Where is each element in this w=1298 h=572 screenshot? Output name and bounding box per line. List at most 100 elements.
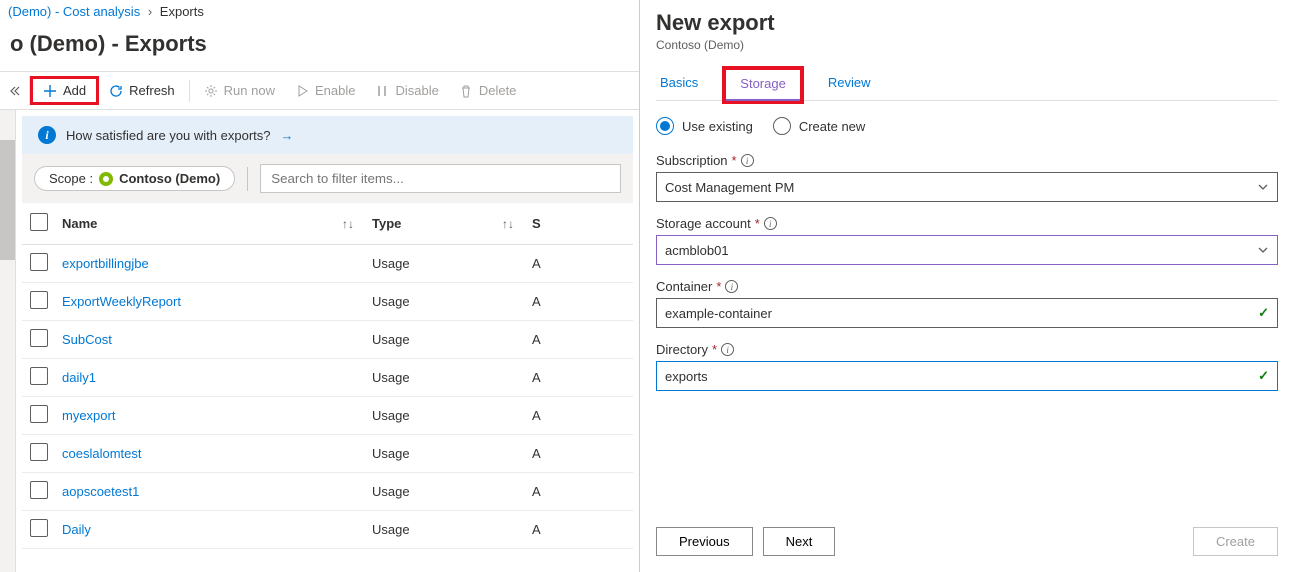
export-name-link[interactable]: myexport (62, 408, 115, 423)
breadcrumb-cost-analysis[interactable]: (Demo) - Cost analysis (8, 4, 140, 19)
info-icon[interactable]: i (725, 280, 738, 293)
refresh-button[interactable]: Refresh (99, 77, 185, 104)
export-name-link[interactable]: ExportWeeklyReport (62, 294, 181, 309)
row-checkbox[interactable] (30, 443, 48, 461)
row-checkbox[interactable] (30, 405, 48, 423)
export-name-link[interactable]: aopscoetest1 (62, 484, 139, 499)
row-checkbox[interactable] (30, 519, 48, 537)
chevron-right-icon: › (148, 4, 152, 19)
directory-value: exports (665, 369, 708, 384)
radio-use-existing[interactable]: Use existing (656, 117, 753, 135)
refresh-icon (109, 84, 123, 98)
new-export-panel: New export Contoso (Demo) Basics Storage… (640, 0, 1298, 572)
trash-icon (459, 84, 473, 98)
subscription-value: Cost Management PM (665, 180, 794, 195)
table-row: SubCostUsageA (22, 321, 633, 359)
scope-selector[interactable]: Scope : Contoso (Demo) (34, 166, 235, 191)
export-type: Usage (372, 446, 410, 461)
col-type-header[interactable]: Type↑↓ (372, 216, 532, 231)
arrow-right-icon: → (280, 128, 293, 143)
add-button[interactable]: Add (33, 79, 96, 102)
col-s-header[interactable]: S (532, 216, 562, 231)
run-now-button[interactable]: Run now (194, 77, 285, 104)
previous-button[interactable]: Previous (656, 527, 753, 556)
row-checkbox[interactable] (30, 291, 48, 309)
storage-account-label: Storage account (656, 216, 751, 231)
delete-label: Delete (479, 83, 517, 98)
feedback-banner[interactable]: i How satisfied are you with exports? → (22, 116, 633, 154)
panel-footer: Previous Next Create (656, 511, 1278, 556)
container-value: example-container (665, 306, 772, 321)
export-status: A (532, 408, 541, 423)
export-status: A (532, 484, 541, 499)
export-name-link[interactable]: coeslalomtest (62, 446, 141, 461)
subscription-select[interactable]: Cost Management PM (656, 172, 1278, 202)
row-checkbox[interactable] (30, 329, 48, 347)
radio-circle-unchecked (773, 117, 791, 135)
page-title: o (Demo) - Exports (0, 23, 639, 71)
banner-text: How satisfied are you with exports? (66, 128, 270, 143)
search-input[interactable] (260, 164, 621, 193)
storage-tab-highlight: Storage (722, 66, 804, 104)
info-icon[interactable]: i (764, 217, 777, 230)
info-icon: i (38, 126, 56, 144)
panel-subtitle: Contoso (Demo) (656, 38, 1278, 52)
plus-icon (43, 84, 57, 98)
table-row: ExportWeeklyReportUsageA (22, 283, 633, 321)
enable-label: Enable (315, 83, 355, 98)
refresh-label: Refresh (129, 83, 175, 98)
export-status: A (532, 256, 541, 271)
export-status: A (532, 522, 541, 537)
required-asterisk: * (732, 153, 737, 168)
chevron-down-icon (1257, 244, 1269, 256)
scrollbar[interactable] (0, 110, 16, 572)
add-highlight: Add (30, 76, 99, 105)
export-type: Usage (372, 294, 410, 309)
radio-circle-checked (656, 117, 674, 135)
radio-existing-label: Use existing (682, 119, 753, 134)
export-type: Usage (372, 332, 410, 347)
play-icon (295, 84, 309, 98)
breadcrumb: (Demo) - Cost analysis › Exports (0, 0, 639, 23)
run-now-label: Run now (224, 83, 275, 98)
export-type: Usage (372, 522, 410, 537)
table-row: coeslalomtestUsageA (22, 435, 633, 473)
enable-button[interactable]: Enable (285, 77, 365, 104)
export-type: Usage (372, 484, 410, 499)
delete-button[interactable]: Delete (449, 77, 527, 104)
info-icon[interactable]: i (721, 343, 734, 356)
export-name-link[interactable]: Daily (62, 522, 91, 537)
row-checkbox[interactable] (30, 367, 48, 385)
next-button[interactable]: Next (763, 527, 836, 556)
directory-input[interactable]: exports ✓ (656, 361, 1278, 391)
col-name-header[interactable]: Name↑↓ (62, 216, 372, 231)
tab-basics[interactable]: Basics (656, 69, 702, 100)
directory-field: Directory * i exports ✓ (656, 342, 1278, 391)
scrollbar-thumb[interactable] (0, 140, 15, 260)
tab-review[interactable]: Review (824, 69, 875, 100)
chevron-double-left-icon (9, 85, 21, 97)
container-field: Container * i example-container ✓ (656, 279, 1278, 328)
row-checkbox[interactable] (30, 253, 48, 271)
directory-label: Directory (656, 342, 708, 357)
export-status: A (532, 370, 541, 385)
row-checkbox[interactable] (30, 481, 48, 499)
collapse-button[interactable] (0, 76, 30, 105)
check-icon: ✓ (1258, 368, 1269, 384)
info-icon[interactable]: i (741, 154, 754, 167)
container-input[interactable]: example-container ✓ (656, 298, 1278, 328)
export-name-link[interactable]: daily1 (62, 370, 96, 385)
export-name-link[interactable]: SubCost (62, 332, 112, 347)
breadcrumb-exports: Exports (160, 4, 204, 19)
scope-value: Contoso (Demo) (119, 171, 220, 186)
tab-storage[interactable]: Storage (726, 70, 800, 101)
export-name-link[interactable]: exportbillingjbe (62, 256, 149, 271)
table-row: aopscoetest1 Usage A (22, 473, 633, 511)
sort-icon: ↑↓ (342, 217, 354, 231)
storage-account-select[interactable]: acmblob01 (656, 235, 1278, 265)
disable-button[interactable]: Disable (365, 77, 448, 104)
select-all-checkbox[interactable] (30, 213, 48, 231)
radio-create-label: Create new (799, 119, 865, 134)
radio-create-new[interactable]: Create new (773, 117, 865, 135)
required-asterisk: * (755, 216, 760, 231)
